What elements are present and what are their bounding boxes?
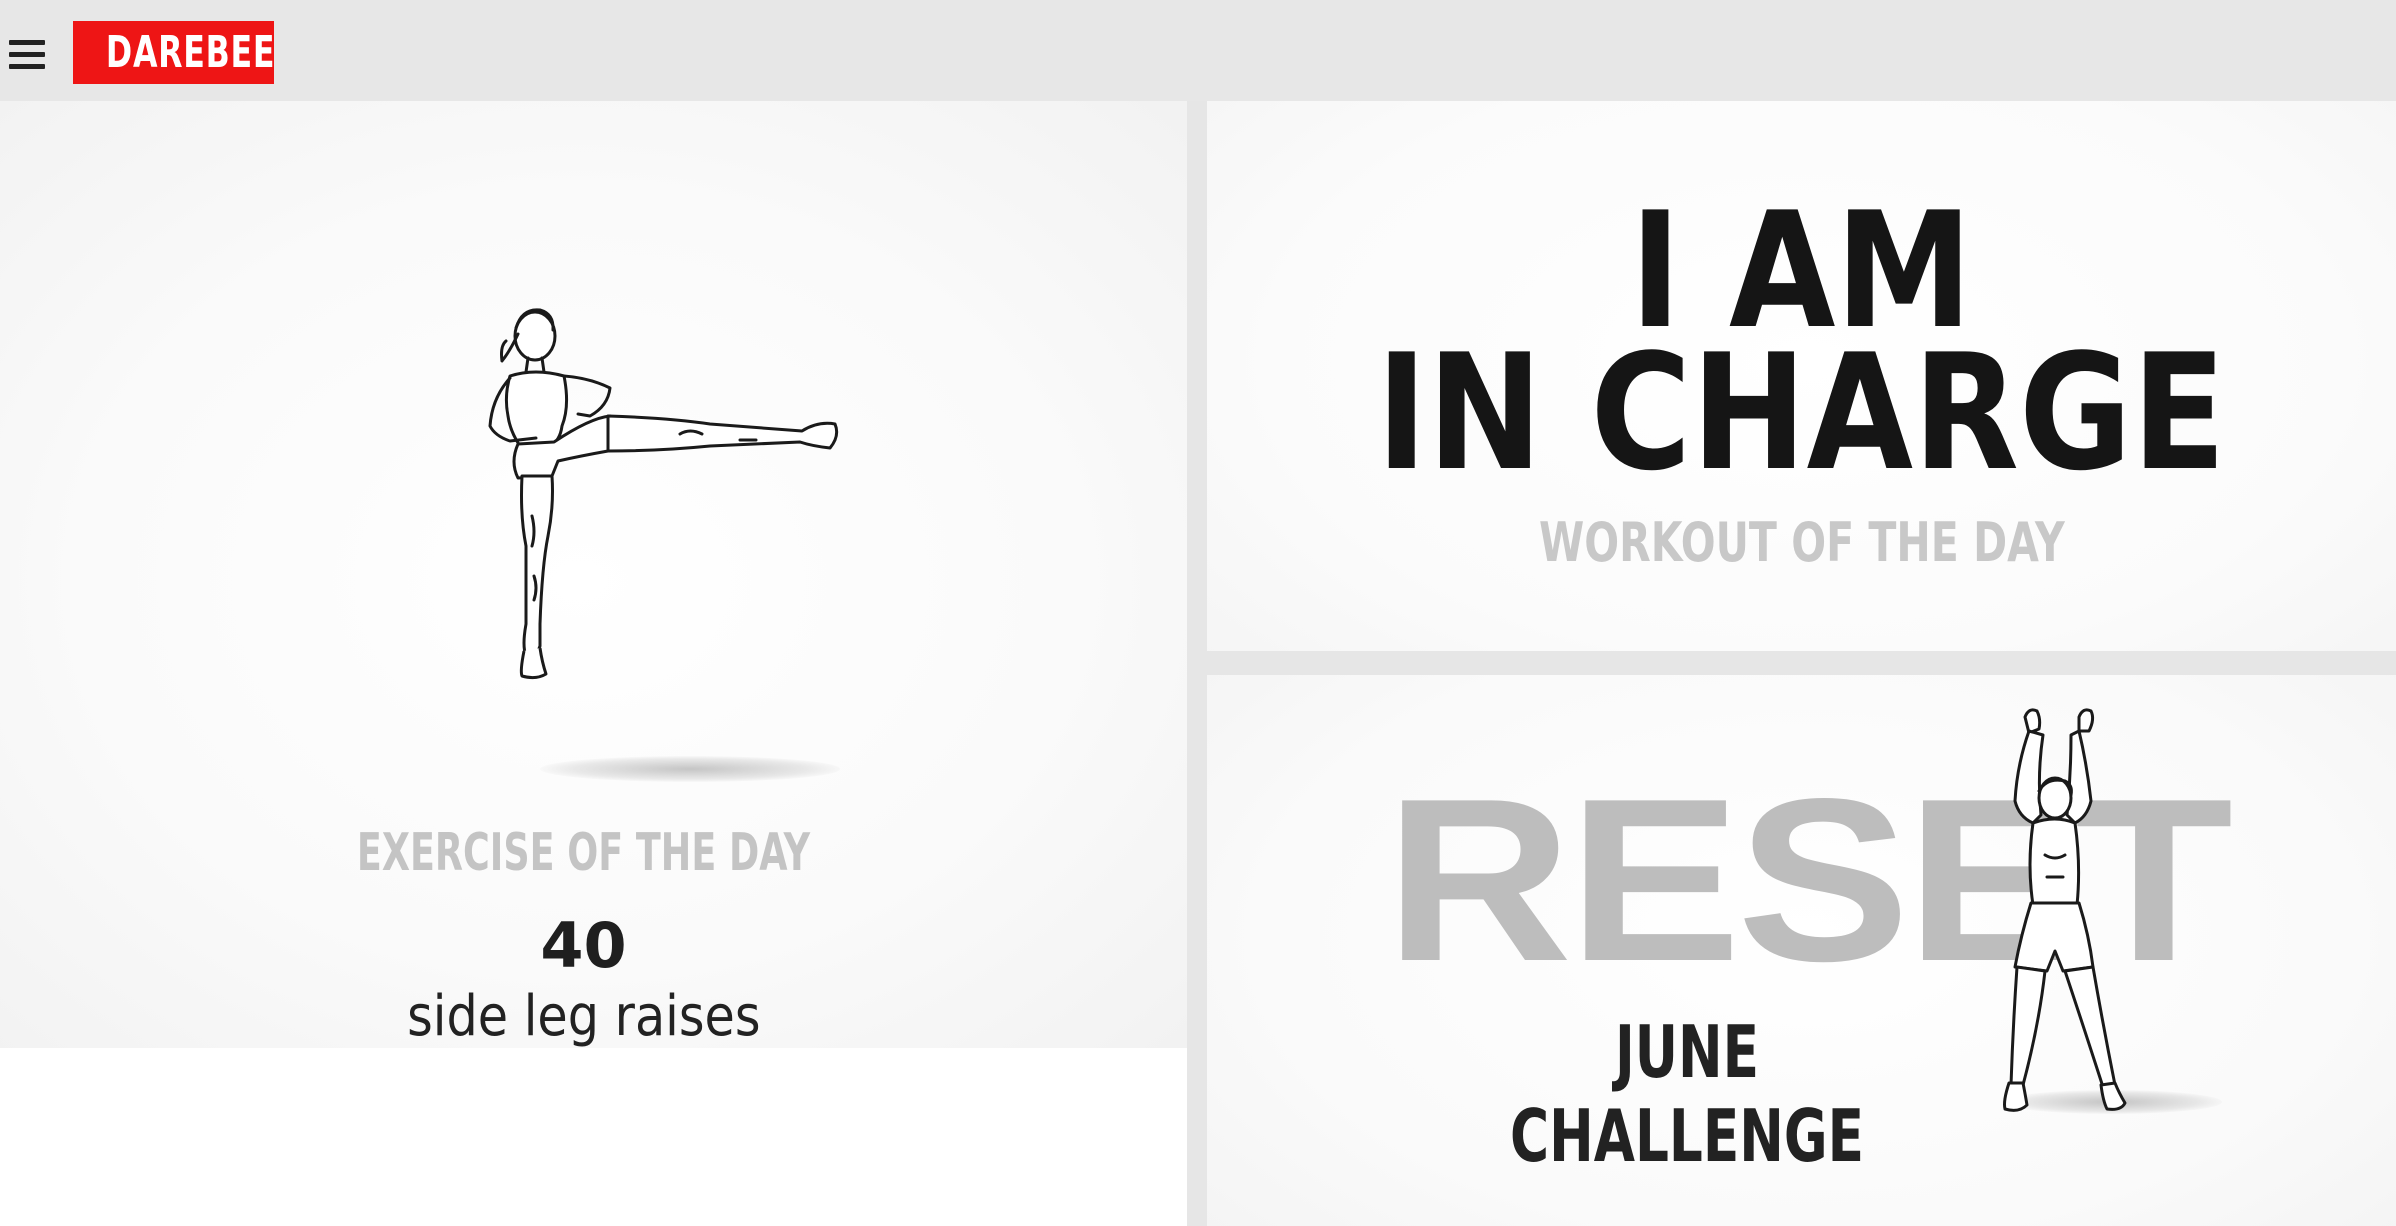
challenge-label: JUNE CHALLENGE [1437,1010,1937,1178]
challenge-label-text: JUNE CHALLENGE [1510,1010,1864,1178]
darebee-logo[interactable]: DAREBEE [73,21,276,84]
exercise-of-the-day-label: EXERCISE OF THE DAY [0,823,1167,883]
exercise-label-text: EXERCISE OF THE DAY [356,823,811,883]
challenge-card[interactable]: RESET JUNE CHALLENGE [1207,675,2396,1226]
side-leg-raise-illustration [488,308,839,680]
top-bar: DAREBEE [0,0,2396,101]
logo-text: DAREBEE [105,27,276,78]
exercise-of-the-day-card[interactable]: EXERCISE OF THE DAY 40 side leg raises [0,101,1187,1226]
card-footer-area [0,1048,1187,1226]
jumping-jack-illustration [2003,708,2127,1112]
exercise-count: 40 [540,909,627,982]
workout-of-the-day-label: WORKOUT OF THE DAY [1207,511,2396,574]
exercise-name: side leg raises [0,984,1167,1049]
workout-title-line2: IN CHARGE [1207,328,2396,498]
hamburger-menu-icon[interactable] [9,40,45,70]
exercise-name-text: side leg raises [406,984,761,1049]
workout-title-line2-text: IN CHARGE [1376,319,2227,506]
workout-label-text: WORKOUT OF THE DAY [1538,511,2065,574]
workout-of-the-day-card[interactable]: I AM IN CHARGE WORKOUT OF THE DAY [1207,101,2396,651]
